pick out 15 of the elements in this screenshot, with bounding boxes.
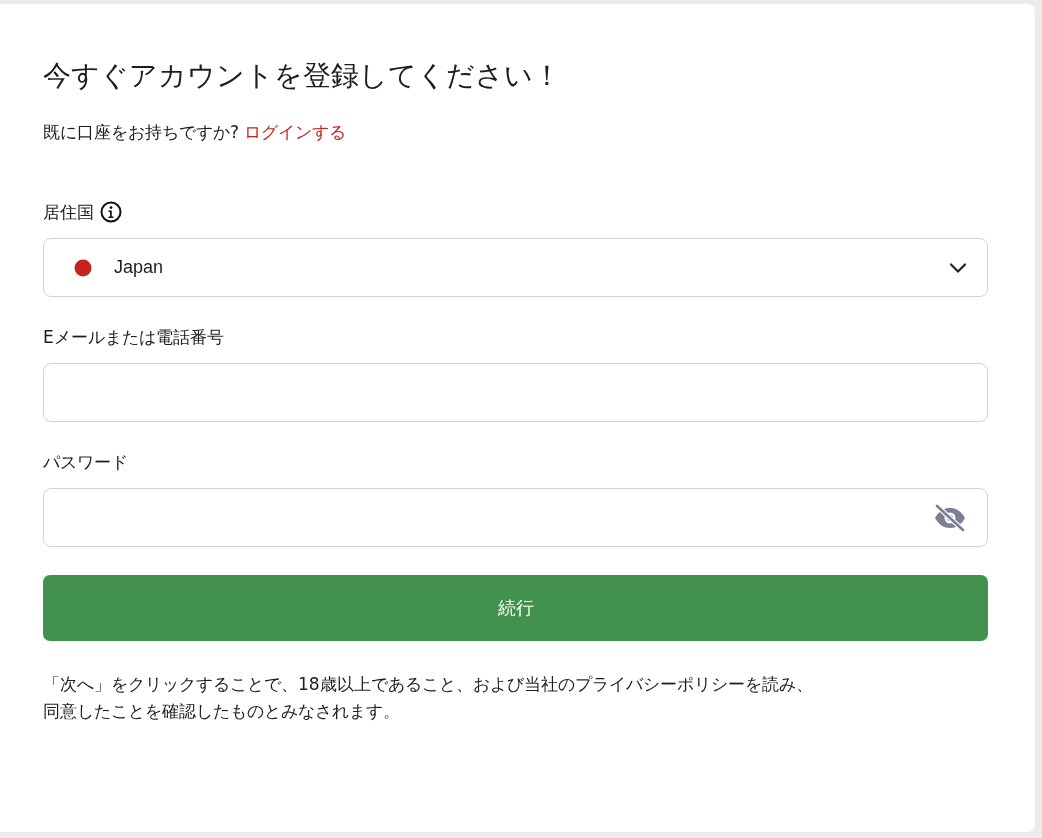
country-select[interactable]: Japan <box>43 238 988 297</box>
input-field[interactable] <box>43 363 988 422</box>
eye-slash-icon[interactable] <box>933 503 967 532</box>
field-label: 居住国 <box>43 200 94 224</box>
login-link[interactable]: ログインする <box>244 120 347 144</box>
password-field[interactable] <box>43 488 988 547</box>
field-label: パスワード <box>43 450 128 474</box>
login-prompt: 既に口座をお持ちですか? <box>43 121 240 144</box>
info-icon[interactable] <box>100 201 122 223</box>
field-label: Eメールまたは電話番号 <box>43 325 224 349</box>
continue-button[interactable]: 続行 <box>43 575 988 641</box>
disclaimer-text: 「次へ」をクリックすることで、18歳以上であること、および当社のプライバシーポリシーを読み、同意したことを確認したものとみなされます。 <box>43 673 814 723</box>
flag-icon <box>74 258 92 277</box>
page-title: 今すぐアカウントを登録してください！ <box>43 58 561 94</box>
chevron-down-icon <box>949 261 967 274</box>
